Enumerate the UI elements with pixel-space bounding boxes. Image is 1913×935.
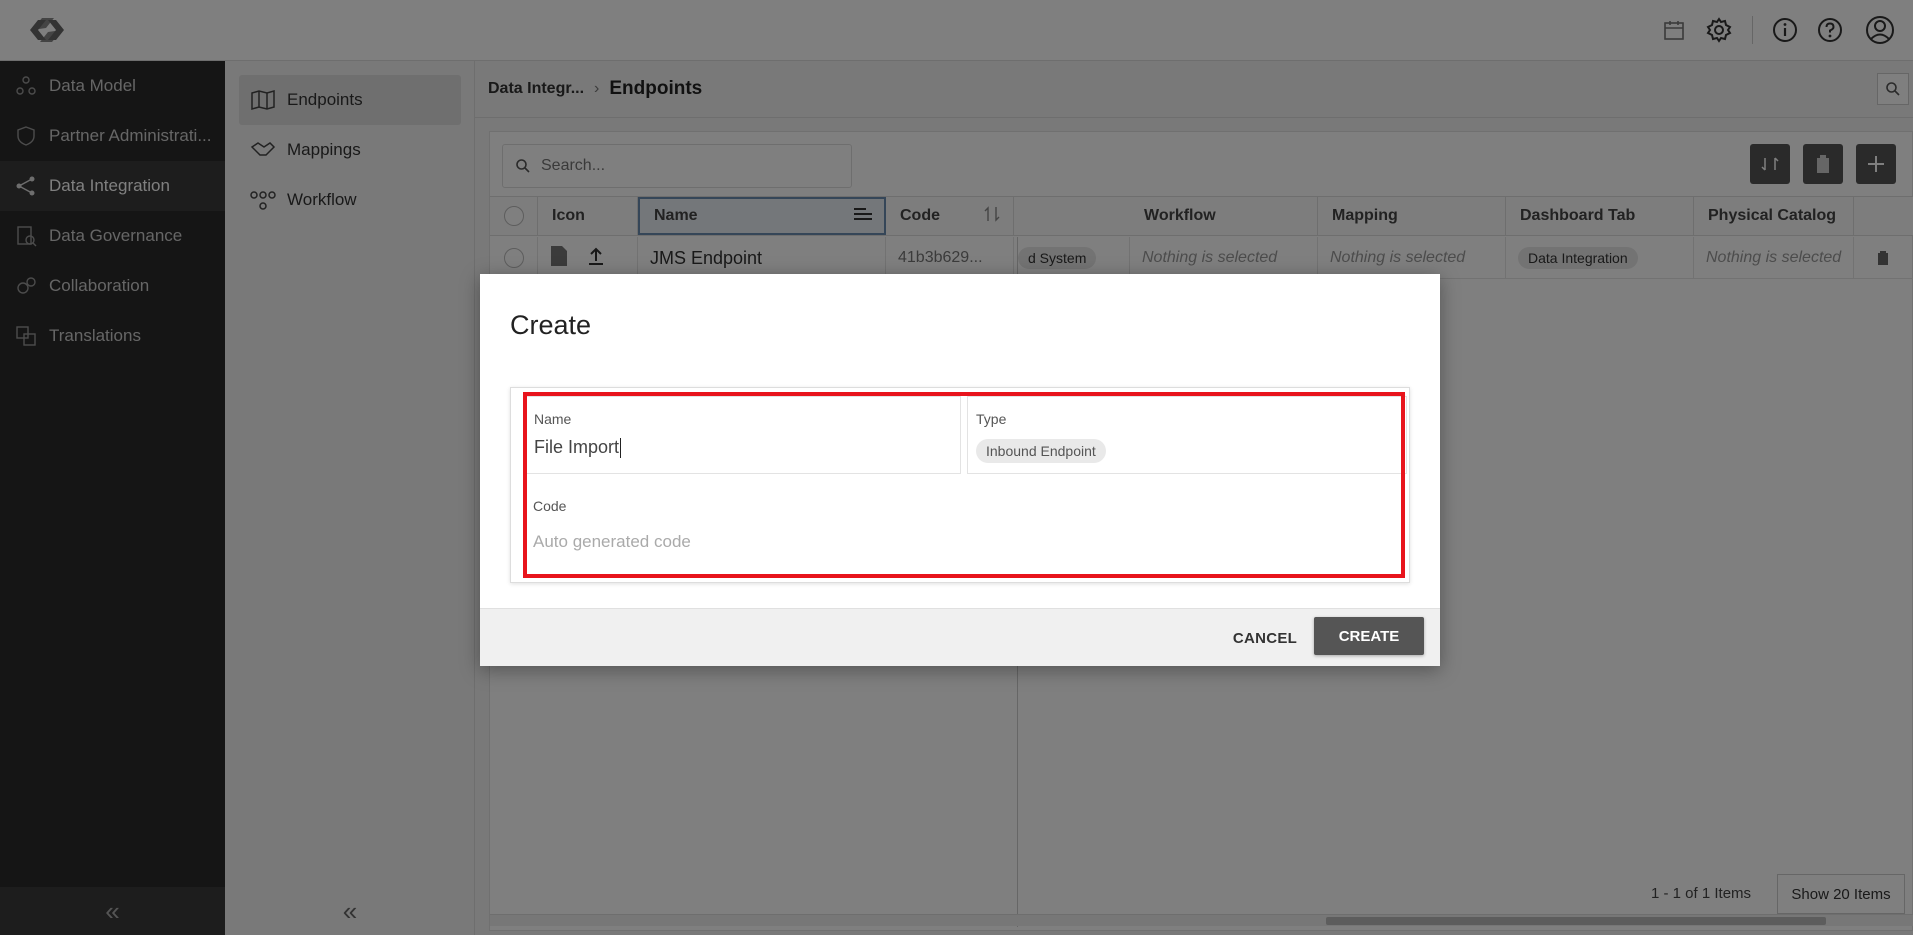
dialog-title: Create <box>510 310 592 340</box>
highlight-box <box>523 392 1405 578</box>
create-form: Name File Import Type Inbound Endpoint C… <box>510 387 1410 583</box>
dialog-footer: CANCEL CREATE <box>480 608 1440 666</box>
create-dialog: Create Name File Import Type Inbound End… <box>480 274 1440 666</box>
cancel-button[interactable]: CANCEL <box>1210 619 1320 657</box>
create-button[interactable]: CREATE <box>1314 617 1424 655</box>
